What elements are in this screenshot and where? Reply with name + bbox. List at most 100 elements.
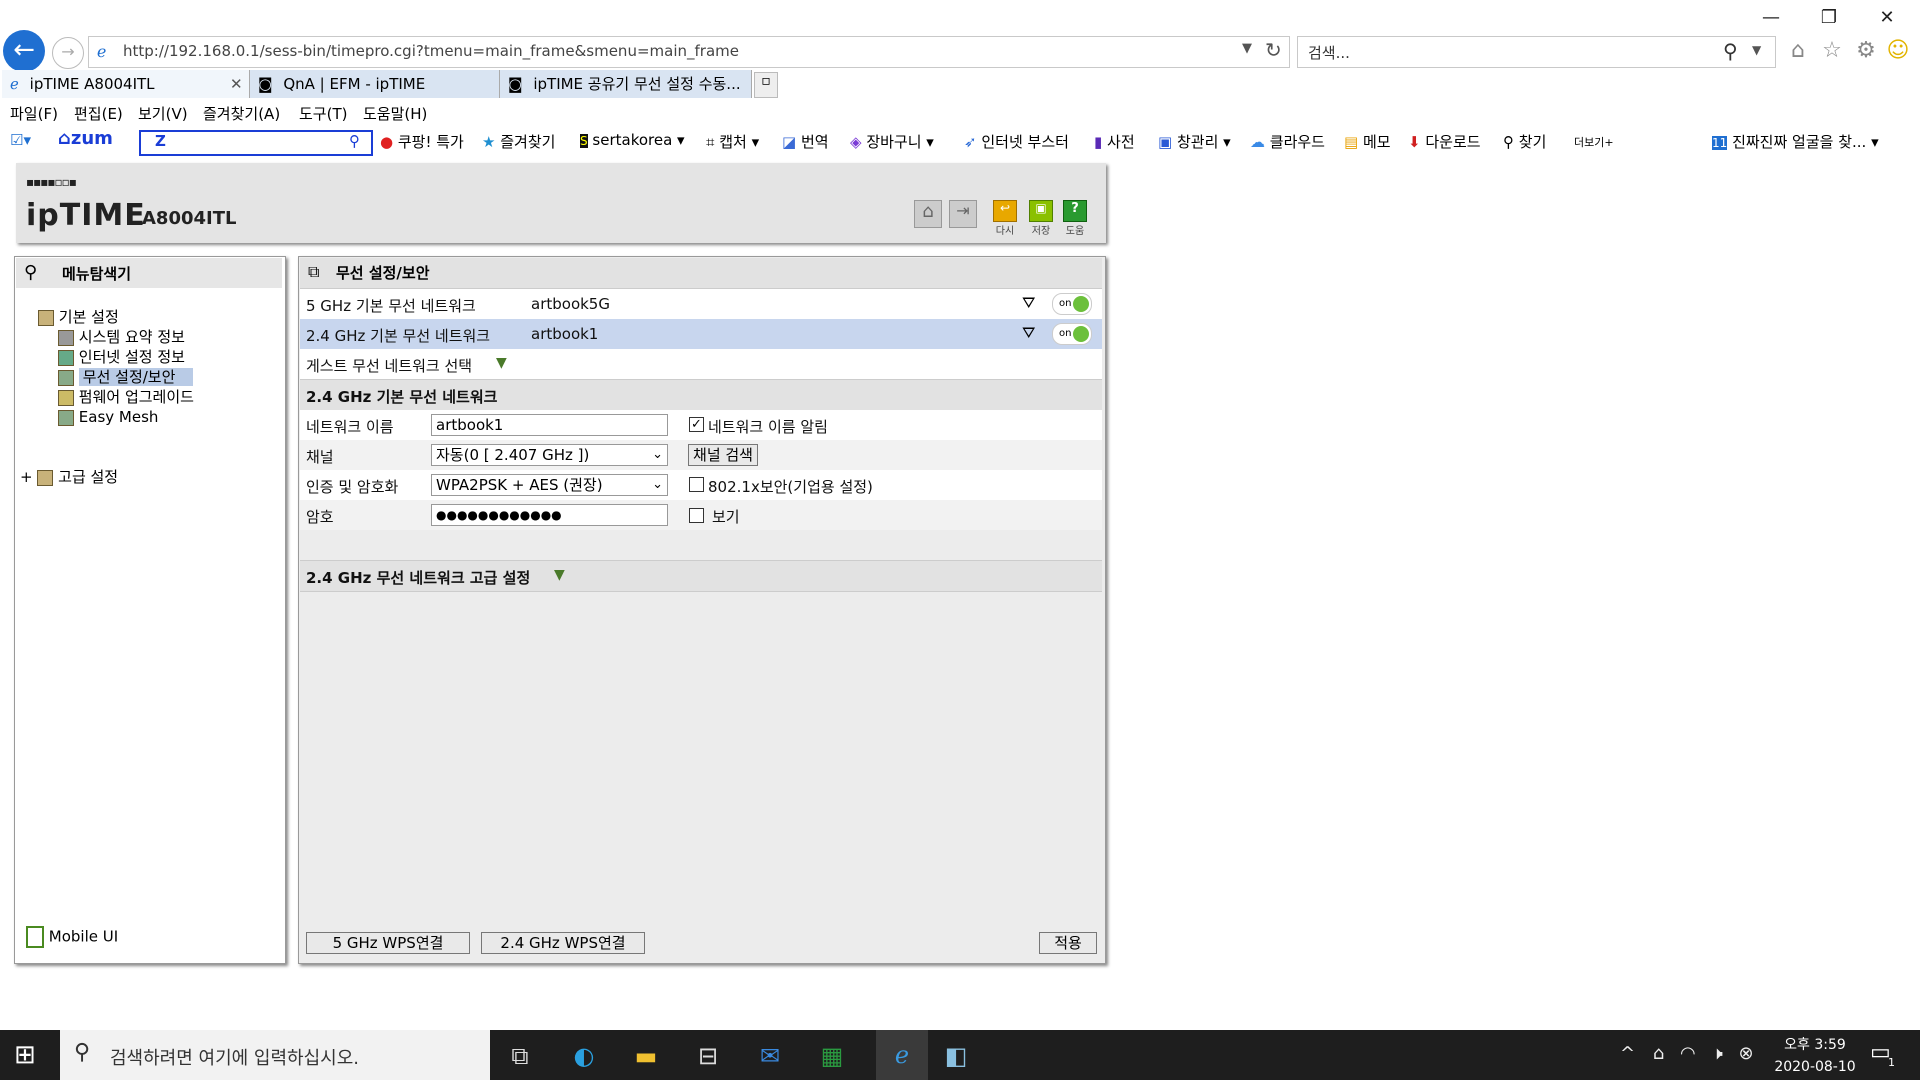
reset-button[interactable]: ↩ 다시 bbox=[990, 200, 1020, 240]
guest-network-row[interactable]: 게스트 무선 네트워크 선택 ▼ bbox=[300, 349, 1102, 379]
auth-select[interactable]: WPA2PSK + AES (권장) ⌄ bbox=[431, 474, 668, 496]
tab-iptime[interactable]: ℯ ipTIME A8004ITL ✕ bbox=[2, 70, 250, 98]
sertakorea-button[interactable]: S sertakorea ▾ bbox=[580, 131, 685, 149]
channel-select[interactable]: 자동(0 [ 2.407 GHz ]) ⌄ bbox=[431, 444, 668, 466]
booster-button[interactable]: ➶ 인터넷 부스터 bbox=[964, 131, 1069, 152]
menu-favorites[interactable]: 즐겨찾기(A) bbox=[203, 103, 280, 124]
enterprise-checkbox[interactable] bbox=[689, 477, 704, 492]
home-icon[interactable]: ⌂ bbox=[1785, 38, 1811, 64]
tree-basic-settings[interactable]: 기본 설정 bbox=[38, 306, 119, 327]
home-icon[interactable]: ⌂ bbox=[914, 200, 942, 228]
close-circle-icon[interactable]: ⊗ bbox=[1739, 1043, 1754, 1064]
file-explorer-icon[interactable]: ▬ bbox=[628, 1038, 664, 1074]
help-label: 도움 bbox=[1065, 226, 1085, 237]
chevron-down-icon[interactable]: ▼ bbox=[554, 567, 565, 583]
capture-button[interactable]: ⌗ 캡처 ▾ bbox=[706, 131, 759, 152]
edge-icon[interactable]: ◐ bbox=[566, 1038, 602, 1074]
find-button[interactable]: ⚲ 찾기 bbox=[1503, 131, 1546, 152]
network-row-5ghz[interactable]: 5 GHz 기본 무선 네트워크 artbook5G ⛛ on bbox=[300, 289, 1102, 319]
windows-start-icon[interactable]: ⊞ bbox=[14, 1040, 36, 1070]
channel-scan-button[interactable]: 채널 검색 bbox=[688, 444, 758, 466]
mobile-ui-link[interactable]: Mobile UI bbox=[26, 926, 118, 948]
search-dropdown-icon[interactable]: ▼ bbox=[1752, 43, 1761, 57]
tree-advanced-settings[interactable]: + 고급 설정 bbox=[20, 466, 118, 487]
excel-icon[interactable]: ▦ bbox=[814, 1038, 850, 1074]
network-row-24ghz[interactable]: 2.4 GHz 기본 무선 네트워크 artbook1 ⛛ on bbox=[300, 319, 1102, 349]
mail-icon[interactable]: ✉ bbox=[752, 1038, 788, 1074]
memo-button[interactable]: ▤ 메모 bbox=[1344, 131, 1391, 152]
minimize-icon[interactable]: — bbox=[1748, 4, 1794, 32]
cloud-button[interactable]: ☁ 클라우드 bbox=[1250, 131, 1325, 152]
translate-button[interactable]: ◪ 번역 bbox=[782, 131, 829, 152]
volume-muted-icon[interactable]: 🕨 bbox=[1711, 1043, 1722, 1064]
new-tab-button[interactable]: ▫ bbox=[754, 72, 778, 98]
wps-5ghz-button[interactable]: 5 GHz WPS연결 bbox=[306, 932, 470, 954]
dictionary-button[interactable]: ▮ 사전 bbox=[1094, 131, 1135, 152]
chevron-up-icon[interactable]: ^ bbox=[1620, 1043, 1635, 1064]
dropdown-icon[interactable]: ▼ bbox=[1242, 41, 1252, 56]
news-ticker[interactable]: 11 진짜진짜 얼굴을 찾... ▾ bbox=[1712, 131, 1879, 152]
clock[interactable]: 오후 3:59 2020-08-10 bbox=[1760, 1034, 1870, 1078]
app-icon[interactable]: ◧ bbox=[938, 1038, 974, 1074]
network-name-input[interactable]: artbook1 bbox=[431, 414, 668, 436]
wps-24ghz-button[interactable]: 2.4 GHz WPS연결 bbox=[481, 932, 645, 954]
tree-item-system-summary[interactable]: 시스템 요약 정보 bbox=[58, 326, 185, 347]
toggle-5ghz[interactable]: on bbox=[1052, 293, 1092, 315]
section-title: 2.4 GHz 기본 무선 네트워크 bbox=[306, 388, 498, 406]
help-button[interactable]: ? 도움 bbox=[1060, 200, 1090, 240]
tab-guide[interactable]: ◙ ipTIME 공유기 무선 설정 수동... bbox=[500, 70, 752, 98]
restore-icon[interactable]: ❐ bbox=[1806, 4, 1852, 32]
smiley-feedback-icon[interactable]: ☺ bbox=[1885, 38, 1911, 64]
expand-plus-icon: + bbox=[20, 468, 33, 486]
close-icon[interactable]: ✕ bbox=[1864, 4, 1910, 32]
logout-icon[interactable]: ⇥ bbox=[949, 200, 977, 228]
tree-item-wireless-security[interactable]: 무선 설정/보안 bbox=[58, 366, 194, 387]
menu-edit[interactable]: 편집(E) bbox=[74, 103, 123, 124]
menu-view[interactable]: 보기(V) bbox=[138, 103, 188, 124]
back-button[interactable]: ← bbox=[3, 30, 45, 72]
download-button[interactable]: ⬇ 다운로드 bbox=[1408, 131, 1481, 152]
favorites-star-icon[interactable]: ☆ bbox=[1819, 38, 1845, 64]
save-button[interactable]: ▣ 저장 bbox=[1026, 200, 1056, 240]
network-label: 5 GHz 기본 무선 네트워크 bbox=[306, 297, 476, 315]
filter-icon[interactable]: ⛛ bbox=[1022, 323, 1035, 343]
cart-button[interactable]: ◈ 장바구니 ▾ bbox=[850, 131, 934, 152]
tree-item-firmware[interactable]: 펌웨어 업그레이드 bbox=[58, 386, 194, 407]
network-icon[interactable]: ⌂ bbox=[1653, 1043, 1664, 1064]
internet-explorer-icon[interactable]: ℯ bbox=[876, 1030, 928, 1080]
mobile-icon bbox=[26, 926, 44, 948]
address-bar[interactable]: ℯ http://192.168.0.1/sess-bin/timepro.cg… bbox=[88, 36, 1290, 68]
ie-tab-icon: ℯ bbox=[10, 75, 19, 93]
wireless-icon bbox=[58, 369, 74, 386]
menu-file[interactable]: 파일(F) bbox=[10, 103, 58, 124]
enterprise-label: 802.1x보안(기업용 설정) bbox=[708, 478, 873, 496]
search-icon[interactable]: ⚲ bbox=[1723, 39, 1738, 63]
window-manager-button[interactable]: ▣ 창관리 ▾ bbox=[1158, 131, 1231, 152]
chevron-down-icon[interactable]: ▼ bbox=[496, 355, 507, 371]
store-icon[interactable]: ⊟ bbox=[690, 1038, 726, 1074]
forward-button[interactable]: → bbox=[52, 37, 84, 69]
tree-item-easy-mesh[interactable]: Easy Mesh bbox=[58, 408, 158, 426]
apply-button[interactable]: 적용 bbox=[1039, 932, 1097, 954]
advanced-section-header[interactable]: 2.4 GHz 무선 네트워크 고급 설정 ▼ bbox=[300, 560, 1102, 592]
menu-tools[interactable]: 도구(T) bbox=[299, 103, 347, 124]
coupang-button[interactable]: ● 쿠팡! 특가 bbox=[380, 131, 464, 152]
menu-help[interactable]: 도움말(H) bbox=[363, 103, 427, 124]
model-name: A8004ITL bbox=[142, 208, 237, 229]
settings-gear-icon[interactable]: ⚙ bbox=[1853, 38, 1879, 64]
favorites-button[interactable]: ★ 즐겨찾기 bbox=[482, 131, 555, 152]
refresh-icon[interactable]: ↻ bbox=[1265, 38, 1282, 62]
password-input[interactable]: ●●●●●●●●●●●● bbox=[431, 504, 668, 526]
more-button[interactable]: 더보기+ bbox=[1574, 134, 1614, 150]
tab-qna[interactable]: ◙ QnA | EFM - ipTIME bbox=[250, 70, 500, 98]
broadcast-checkbox[interactable]: ✓ bbox=[689, 417, 704, 432]
wifi-icon[interactable]: ◠ bbox=[1680, 1043, 1696, 1064]
tab-close-icon[interactable]: ✕ bbox=[230, 70, 243, 98]
browser-search-box[interactable]: 검색... ⚲ ▼ bbox=[1297, 36, 1776, 68]
show-password-checkbox[interactable] bbox=[689, 508, 704, 523]
toggle-24ghz[interactable]: on bbox=[1052, 323, 1092, 345]
task-view-icon[interactable]: ⧉ bbox=[502, 1038, 538, 1074]
tree-item-internet-info[interactable]: 인터넷 설정 정보 bbox=[58, 346, 185, 367]
taskbar-search-input[interactable]: ⚲ 검색하려면 여기에 입력하십시오. bbox=[60, 1030, 490, 1080]
filter-icon[interactable]: ⛛ bbox=[1022, 293, 1035, 313]
